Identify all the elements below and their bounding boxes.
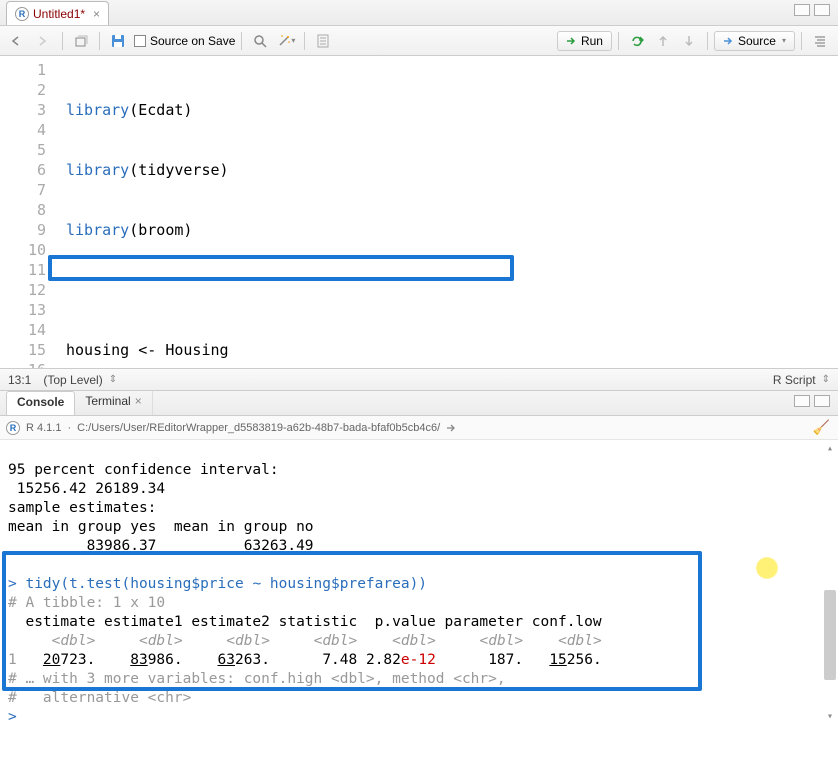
editor-toolbar: Source on Save ▾ Run Source ▾	[0, 26, 838, 56]
go-up-icon[interactable]	[651, 30, 675, 52]
forward-button[interactable]	[32, 30, 56, 52]
r-logo-icon: R	[6, 421, 20, 435]
console-tab[interactable]: Console	[6, 391, 75, 415]
console-window-buttons	[794, 395, 830, 407]
code-area[interactable]: library(Ecdat) library(tidyverse) librar…	[56, 56, 838, 368]
file-tab[interactable]: R Untitled1* ×	[6, 1, 109, 25]
source-on-save-toggle[interactable]: Source on Save	[134, 34, 235, 48]
r-file-icon: R	[15, 7, 29, 21]
source-label: Source	[738, 34, 776, 48]
terminal-tab[interactable]: Terminal×	[75, 391, 152, 415]
maximize-console-icon[interactable]	[814, 395, 830, 407]
source-button[interactable]: Source ▾	[714, 31, 795, 51]
go-down-icon[interactable]	[677, 30, 701, 52]
highlight-editor-line-11	[48, 255, 514, 281]
working-dir: C:/Users/User/REditorWrapper_d5583819-a6…	[77, 422, 440, 434]
find-icon[interactable]	[248, 30, 272, 52]
wand-icon[interactable]: ▾	[274, 30, 298, 52]
yellow-highlight-dot	[756, 557, 778, 579]
maximize-pane-icon[interactable]	[814, 4, 830, 16]
source-arrow-icon	[723, 36, 735, 46]
wd-popup-icon[interactable]	[446, 423, 458, 433]
scroll-down-icon[interactable]: ▾	[822, 708, 838, 724]
minimize-pane-icon[interactable]	[794, 4, 810, 16]
save-icon[interactable]	[106, 30, 130, 52]
source-on-save-checkbox[interactable]	[134, 35, 146, 47]
language-selector[interactable]: R Script	[773, 373, 830, 387]
console-tabbar: Console Terminal×	[0, 390, 838, 416]
run-label: Run	[581, 34, 603, 48]
run-arrow-icon	[566, 36, 578, 46]
show-in-new-window-icon[interactable]	[69, 30, 93, 52]
pane-window-buttons	[794, 4, 830, 16]
editor-statusbar: 13:1 (Top Level) R Script	[0, 368, 838, 390]
console-scrollbar[interactable]: ▴ ▾	[822, 440, 838, 724]
report-icon[interactable]	[311, 30, 335, 52]
back-button[interactable]	[6, 30, 30, 52]
outline-icon[interactable]	[808, 30, 832, 52]
scope-selector[interactable]: (Top Level)	[43, 373, 117, 387]
cursor-position: 13:1	[8, 373, 31, 387]
rerun-icon[interactable]	[625, 30, 649, 52]
scroll-thumb[interactable]	[824, 590, 836, 680]
clear-console-icon[interactable]: 🧹	[813, 419, 830, 436]
close-tab-icon[interactable]: ×	[93, 7, 100, 21]
terminal-tab-close-icon[interactable]: ×	[135, 394, 142, 408]
editor-tabbar: R Untitled1* ×	[0, 0, 838, 26]
line-gutter: 12345678910111213141516	[0, 56, 56, 368]
source-on-save-label: Source on Save	[150, 34, 235, 48]
console-info-bar: R R 4.1.1 · C:/Users/User/REditorWrapper…	[0, 416, 838, 440]
r-version: R 4.1.1	[26, 422, 61, 434]
code-editor[interactable]: 12345678910111213141516 library(Ecdat) l…	[0, 56, 838, 368]
minimize-console-icon[interactable]	[794, 395, 810, 407]
run-button[interactable]: Run	[557, 31, 612, 51]
scroll-up-icon[interactable]: ▴	[822, 440, 838, 456]
file-tab-title: Untitled1*	[33, 7, 85, 21]
sep-dot: ·	[67, 422, 71, 434]
console-output[interactable]: 95 percent confidence interval: 15256.42…	[0, 440, 838, 724]
